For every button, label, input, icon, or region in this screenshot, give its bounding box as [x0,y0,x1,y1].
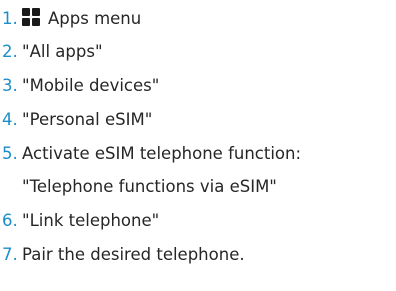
step-label-continuation: "Telephone functions via eSIM" [22,177,277,196]
step-number: 2. [2,42,18,61]
step-number: 1. [2,9,18,28]
step-1: 1. Apps menu [0,2,396,35]
step-label: "Mobile devices" [22,76,160,95]
step-number: 5. [2,144,18,163]
step-text: Apps menu [22,2,141,35]
step-6: 6. "Link telephone" [0,204,396,238]
step-number: 7. [2,245,18,264]
step-label: "Link telephone" [22,211,160,230]
step-label: Pair the desired telephone. [22,245,245,264]
step-label: Apps menu [48,9,142,28]
step-label: Activate eSIM telephone function: [22,144,302,163]
step-label: "Personal eSIM" [22,110,153,129]
step-5: 5. Activate eSIM telephone function: "Te… [0,137,396,204]
step-number: 4. [2,110,18,129]
apps-grid-icon [22,8,40,26]
step-label: "All apps" [22,42,103,61]
step-7: 7. Pair the desired telephone. [0,238,396,271]
step-4: 4. "Personal eSIM" [0,103,396,137]
step-3: 3. "Mobile devices" [0,69,396,103]
step-number: 3. [2,76,18,95]
step-2: 2. "All apps" [0,35,396,69]
step-number: 6. [2,211,18,230]
instruction-steps-list: 1. Apps menu 2. "All apps" 3. "Mobile de… [0,2,396,271]
